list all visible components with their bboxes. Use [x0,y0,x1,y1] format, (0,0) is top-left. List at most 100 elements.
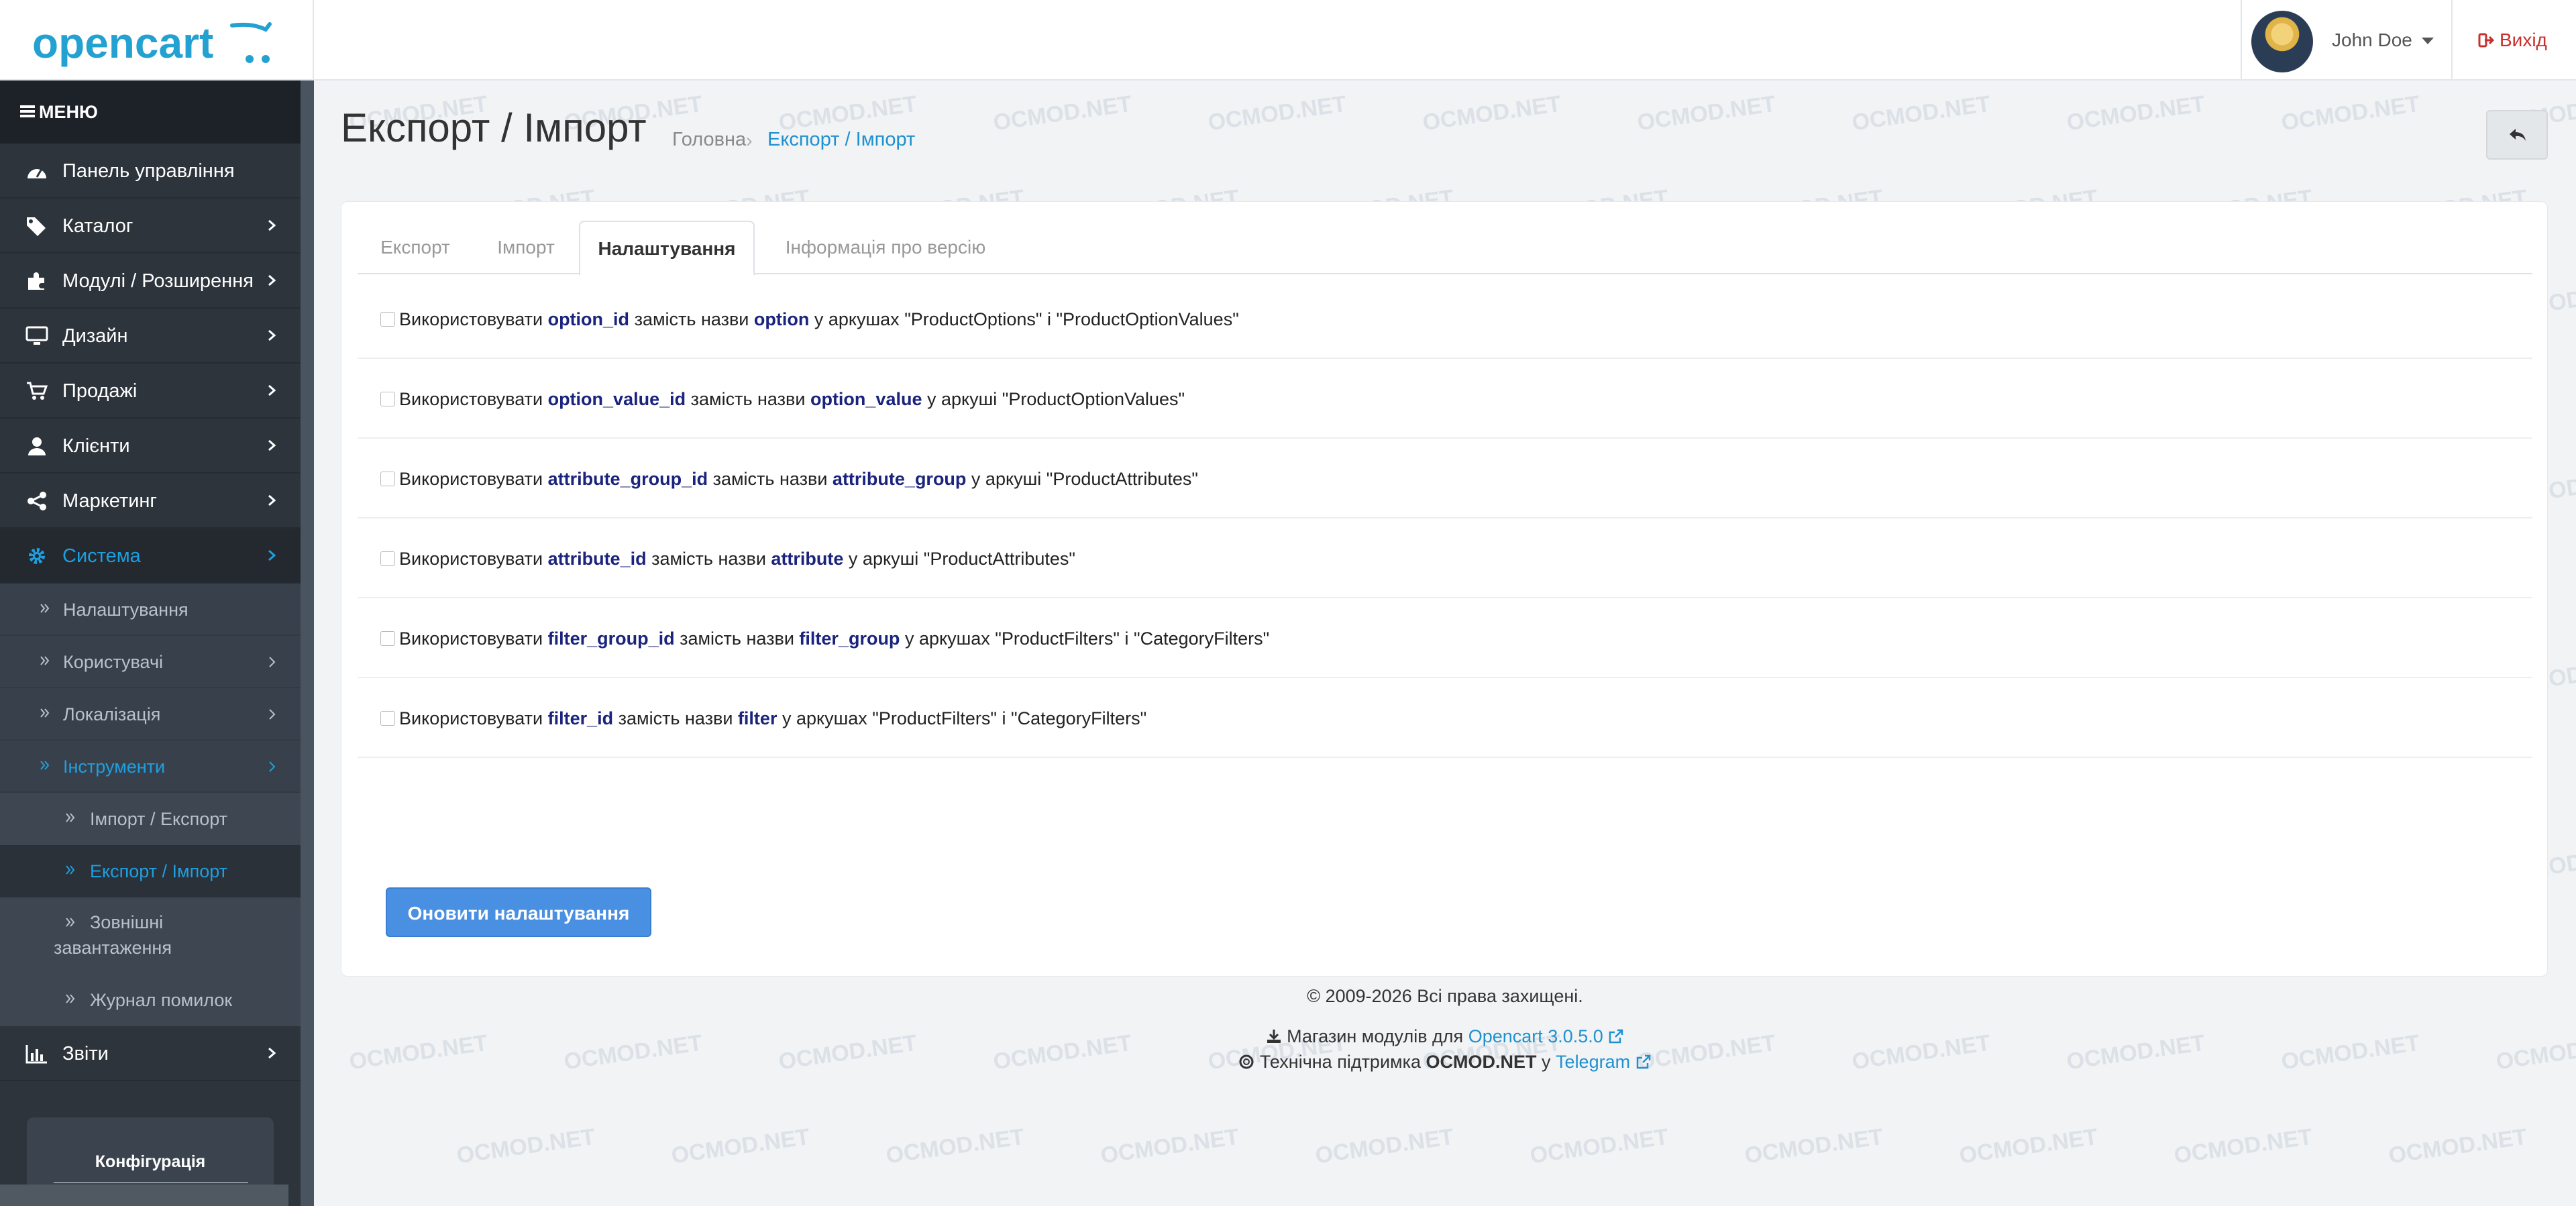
setting-label: Використовувати option_id замість назви … [399,309,1239,330]
sidebar-item-extensions[interactable]: Модулі / Розширення [0,254,301,309]
checkbox-option-id[interactable] [380,312,395,327]
page-title: Експорт / Імпорт [341,105,647,150]
double-chevron-icon [66,918,75,927]
dashboard-icon [28,168,46,178]
tab-settings[interactable]: Налаштування [579,221,755,276]
sidebar-item-reports[interactable]: Звіти [0,1026,301,1081]
sidebar-subsubitem-import-export[interactable]: Імпорт / Експорт [0,793,301,845]
setting-row-option-value-id: Використовувати option_value_id замість … [358,360,2532,439]
config-label: Конфігурація [95,1152,206,1171]
sidebar-subitem-tools[interactable]: Інструменти [0,741,301,793]
sidebar-subitem-users[interactable]: Користувачі [0,636,301,688]
sidebar-subitem-localisation[interactable]: Локалізація [0,688,301,741]
setting-text: замість назви [629,309,754,329]
desktop-icon [25,326,48,345]
puzzle-icon [28,272,44,290]
caret-down-icon[interactable] [2422,38,2434,44]
setting-label: Використовувати attribute_id замість наз… [399,549,1075,569]
setting-text: замість назви [686,389,810,409]
shopping-cart-icon [27,382,48,400]
checkbox-filter-group-id[interactable] [380,631,395,646]
setting-text: замість назви [646,549,771,569]
tags-icon [27,217,46,236]
double-chevron-icon [40,604,50,613]
checkbox-attribute-id[interactable] [380,551,395,566]
sidebar-item-customers[interactable]: Клієнти [0,419,301,474]
sidebar-subsubitem-uploads[interactable]: Зовнішні завантаження [0,897,301,974]
setting-code: attribute_group [832,469,967,489]
checkbox-attribute-group-id[interactable] [380,472,395,486]
sidebar-item-catalog[interactable]: Каталог [0,199,301,254]
sign-out-icon [2478,33,2494,48]
user-avatar[interactable] [2251,11,2313,72]
opencart-logo[interactable]: opencart [31,16,313,70]
setting-code: filter_group [799,628,900,649]
header-divider [313,0,314,80]
sidebar-subsubitem-export-import[interactable]: Експорт / Імпорт [0,845,301,897]
setting-code: filter_id [547,708,614,728]
support-brand: OCMOD.NET [1426,1052,1537,1072]
main-content: Експорт / Імпорт Головна › Експорт / Імп… [314,80,2576,1206]
sidebar-scrollbar[interactable] [301,80,314,1206]
setting-code: option_value [810,389,922,409]
download-icon [1267,1030,1281,1043]
footer-copyright: © 2009-2026 Всі права захищені. [1307,986,1583,1006]
setting-text: у аркуші "ProductAttributes" [843,549,1076,569]
header-divider [2241,0,2242,80]
external-link-icon [1636,1054,1650,1069]
setting-text: Використовувати [399,628,548,649]
setting-text: у аркушах "ProductFilters" і "CategoryFi… [777,708,1147,728]
setting-text: у аркушах "ProductFilters" і "CategoryFi… [900,628,1270,649]
setting-text: замість назви [613,708,738,728]
user-icon [28,437,46,455]
double-chevron-icon [66,865,75,875]
settings-panel: Експорт Імпорт Налаштування Інформація п… [341,201,2548,977]
checkbox-option-value-id[interactable] [380,392,395,406]
user-name[interactable]: John Doe [2332,30,2412,51]
breadcrumb-separator: › [746,130,753,152]
setting-code: option [753,309,810,329]
sidebar-item-marketing[interactable]: Маркетинг [0,474,301,529]
sidebar-item-sales[interactable]: Продажі [0,364,301,419]
opencart-version-link[interactable]: Opencart 3.0.5.0 [1468,1026,1603,1046]
setting-text: Використовувати [399,549,548,569]
external-link-icon [1609,1029,1623,1044]
menu-toggle[interactable]: МЕНЮ [0,80,301,144]
update-settings-button[interactable]: Оновити налаштування [386,887,651,937]
setting-label: Використовувати attribute_group_id заміс… [399,469,1198,490]
setting-code: option_value_id [547,389,686,409]
chevron-right-icon [268,1047,276,1059]
chevron-right-icon [268,329,276,341]
setting-code: attribute_id [547,549,647,569]
sidebar-subitem-settings[interactable]: Налаштування [0,584,301,636]
chevron-right-icon [269,709,276,720]
tab-export[interactable]: Експорт [358,221,473,274]
setting-row-option-id: Використовувати option_id замість назви … [358,280,2532,359]
sidebar-subsubitem-error-log[interactable]: Журнал помилок [0,974,301,1026]
menu-label: МЕНЮ [39,102,98,122]
setting-text: Використовувати [399,708,548,728]
checkbox-filter-id[interactable] [380,711,395,726]
config-progress-bar [54,1182,248,1183]
chevron-right-icon [269,761,276,772]
sidebar-item-design[interactable]: Дизайн [0,309,301,364]
setting-code: attribute [771,549,844,569]
chevron-right-icon [268,274,276,286]
breadcrumb-current[interactable]: Експорт / Імпорт [767,129,915,151]
setting-text: Використовувати [399,389,548,409]
setting-label: Використовувати filter_group_id замість … [399,628,1269,649]
setting-text: замість назви [708,469,833,489]
bar-chart-icon [25,1045,47,1064]
chevron-right-icon [269,657,276,667]
telegram-link[interactable]: Telegram [1556,1052,1630,1072]
tab-import[interactable]: Імпорт [473,221,579,274]
back-button[interactable] [2486,110,2548,160]
tab-version-info[interactable]: Інформація про версію [755,221,1016,274]
double-chevron-icon [40,761,50,770]
sidebar-item-dashboard[interactable]: Панель управління [0,144,301,199]
setting-row-filter-group-id: Використовувати filter_group_id замість … [358,599,2532,678]
setting-row-attribute-group-id: Використовувати attribute_group_id заміс… [358,439,2532,518]
breadcrumb-home[interactable]: Головна [672,129,746,151]
chevron-right-icon [268,219,276,231]
sidebar-item-system[interactable]: Система [0,529,301,584]
